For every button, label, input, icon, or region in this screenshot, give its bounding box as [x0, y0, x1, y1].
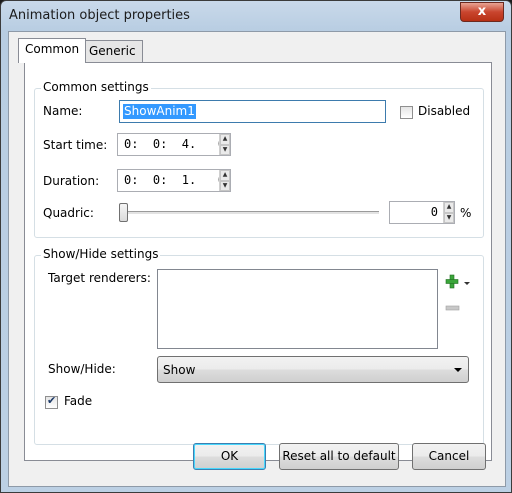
start-time-label: Start time: — [43, 138, 108, 152]
window-title: Animation object properties — [9, 8, 190, 23]
show-hide-settings-title: Show/Hide settings — [41, 247, 161, 261]
target-renderers-list[interactable] — [157, 269, 438, 349]
quadric-unit: % — [460, 206, 472, 220]
quadric-value: 0 — [430, 205, 438, 219]
reset-all-button[interactable]: Reset all to default — [279, 443, 399, 470]
quadric-slider-thumb[interactable] — [119, 203, 128, 222]
name-label: Name: — [43, 104, 83, 118]
name-input-value: ShowAnim1 — [123, 104, 196, 119]
tab-common[interactable]: Common — [18, 38, 87, 63]
chevron-down-icon — [454, 368, 462, 372]
spin-up-icon[interactable]: ▲ — [444, 202, 454, 213]
show-hide-select[interactable]: Show — [157, 356, 469, 383]
show-hide-settings-group: Show/Hide settings Target renderers: Sho — [34, 247, 484, 445]
spin-down-icon[interactable]: ▼ — [444, 212, 454, 223]
disabled-checkbox[interactable] — [400, 106, 413, 119]
common-settings-title: Common settings — [41, 80, 151, 94]
show-hide-select-value: Show — [163, 363, 196, 377]
spin-down-icon[interactable]: ▼ — [220, 144, 230, 155]
target-renderers-label: Target renderers: — [48, 271, 151, 285]
ok-button-label: OK — [220, 449, 239, 463]
spin-down-icon[interactable]: ▼ — [220, 180, 230, 191]
checkmark-icon: ✔ — [47, 394, 57, 407]
duration-field[interactable]: 0: 0: 1. 0 ▲ ▼ — [117, 169, 231, 192]
duration-label: Duration: — [43, 174, 100, 188]
duration-value: 0: 0: 1. 0 — [124, 173, 226, 187]
minus-icon — [445, 305, 460, 311]
name-input[interactable]: ShowAnim1 — [119, 100, 386, 123]
plus-icon — [445, 274, 470, 289]
ok-button[interactable]: OK — [193, 443, 266, 470]
fade-label: Fade — [64, 394, 93, 408]
show-hide-label: Show/Hide: — [48, 362, 116, 376]
cancel-button[interactable]: Cancel — [412, 443, 486, 470]
tab-generic-label: Generic — [89, 44, 136, 58]
start-time-value: 0: 0: 4. 0 — [124, 137, 226, 151]
title-bar[interactable]: Animation object properties x — [1, 1, 511, 31]
quadric-field[interactable]: 0 ▲ ▼ — [389, 201, 455, 224]
cancel-button-label: Cancel — [428, 449, 470, 463]
quadric-spinner[interactable]: ▲ ▼ — [443, 202, 454, 223]
remove-renderer-button[interactable] — [445, 302, 461, 312]
fade-checkbox[interactable]: ✔ — [45, 394, 58, 409]
spin-up-icon[interactable]: ▲ — [220, 134, 230, 145]
start-time-field[interactable]: 0: 0: 4. 0 ▲ ▼ — [117, 133, 231, 156]
tab-generic[interactable]: Generic — [82, 40, 143, 62]
spin-up-icon[interactable]: ▲ — [220, 170, 230, 181]
close-button[interactable]: x — [460, 2, 504, 22]
close-icon: x — [477, 4, 487, 19]
quadric-slider-track[interactable] — [119, 211, 379, 215]
duration-spinner[interactable]: ▲ ▼ — [219, 170, 230, 191]
tab-common-label: Common — [25, 42, 80, 56]
tab-panel-common: Common settings Name: ShowAnim1 Disabled… — [24, 62, 492, 461]
start-time-spinner[interactable]: ▲ ▼ — [219, 134, 230, 155]
add-renderer-button[interactable] — [445, 274, 473, 290]
disabled-label: Disabled — [418, 104, 471, 118]
dialog-window: Animation object properties x Common Gen… — [0, 0, 512, 493]
dialog-client-area: Common Generic Common settings Name: Sho… — [8, 31, 506, 487]
reset-all-button-label: Reset all to default — [282, 449, 396, 463]
quadric-label: Quadric: — [43, 206, 94, 220]
common-settings-group: Common settings Name: ShowAnim1 Disabled… — [34, 80, 484, 238]
